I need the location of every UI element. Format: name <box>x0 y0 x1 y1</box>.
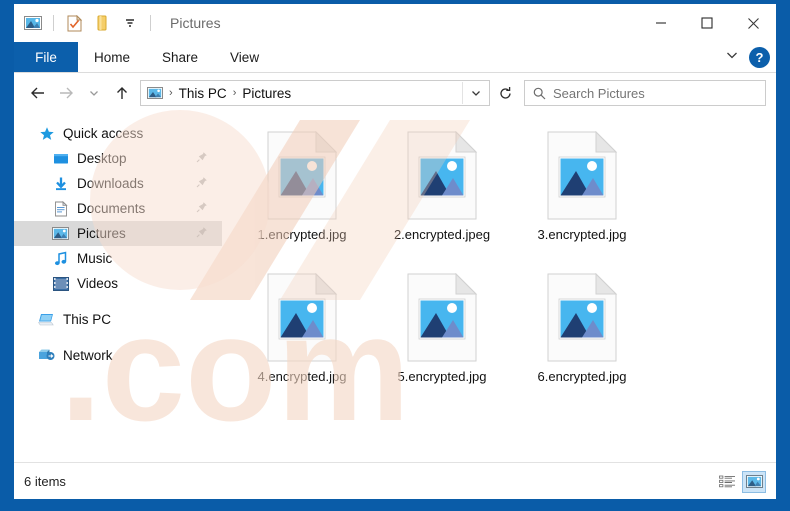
title-bar: Pictures <box>14 4 776 42</box>
file-item[interactable]: 6.encrypted.jpg <box>512 272 652 415</box>
file-item[interactable]: 5.encrypted.jpg <box>372 272 512 415</box>
search-input[interactable] <box>553 85 765 101</box>
chevron-down-icon[interactable] <box>725 48 739 67</box>
up-button[interactable] <box>108 79 136 107</box>
customize-dropdown-icon[interactable] <box>119 12 141 34</box>
file-item[interactable]: 4.encrypted.jpg <box>232 272 372 415</box>
explorer-body: Quick access Desktop Downloads Documents… <box>14 113 776 462</box>
documents-icon <box>52 200 69 217</box>
file-name-label: 3.encrypted.jpg <box>537 227 627 242</box>
sidebar-item-desktop[interactable]: Desktop <box>14 146 222 171</box>
status-bar: 6 items <box>14 462 776 499</box>
search-icon <box>525 87 553 100</box>
tab-file[interactable]: File <box>14 42 78 72</box>
sidebar-item-pictures[interactable]: Pictures <box>14 221 222 246</box>
sidebar-item-quick-access[interactable]: Quick access <box>14 121 222 146</box>
tab-share[interactable]: Share <box>146 42 214 72</box>
file-grid: 1.encrypted.jpg 2.encrypted.jpeg 3.encrypt… <box>232 130 776 415</box>
address-bar: › This PC › Pictures <box>14 73 776 113</box>
sidebar-label-network: Network <box>63 348 113 363</box>
file-name-label: 1.encrypted.jpg <box>257 227 347 242</box>
sidebar-item-documents[interactable]: Documents <box>14 196 222 221</box>
ribbon-right-controls: ? <box>725 42 770 72</box>
view-mode-buttons <box>715 470 766 493</box>
pin-icon[interactable] <box>196 225 208 243</box>
file-name-label: 5.encrypted.jpg <box>397 369 487 384</box>
sidebar-item-downloads[interactable]: Downloads <box>14 171 222 196</box>
network-icon <box>38 347 55 364</box>
ribbon-tab-strip: File Home Share View ? <box>14 42 776 73</box>
sidebar-label-desktop: Desktop <box>77 151 127 166</box>
this-pc-icon <box>38 311 55 328</box>
tab-home[interactable]: Home <box>78 42 146 72</box>
details-view-button[interactable] <box>715 471 739 493</box>
file-item[interactable]: 2.encrypted.jpeg <box>372 130 512 273</box>
image-file-icon <box>406 130 478 221</box>
search-box[interactable] <box>524 80 766 106</box>
sidebar-label-videos: Videos <box>77 276 119 291</box>
sidebar-label-music: Music <box>77 251 113 266</box>
image-file-icon <box>546 272 618 363</box>
sidebar-item-this-pc[interactable]: This PC <box>14 307 222 332</box>
file-name-label: 6.encrypted.jpg <box>537 369 627 384</box>
sidebar-label-this-pc: This PC <box>63 312 112 327</box>
star-icon <box>38 125 55 142</box>
pictures-icon <box>52 225 69 242</box>
breadcrumb-pictures[interactable]: Pictures <box>242 86 291 101</box>
videos-icon <box>52 275 69 292</box>
breadcrumb: › This PC › Pictures <box>141 86 462 101</box>
toolbar-divider-2 <box>150 15 151 31</box>
image-file-icon <box>266 130 338 221</box>
recent-locations-button[interactable] <box>80 79 108 107</box>
pin-icon[interactable] <box>196 200 208 218</box>
back-button[interactable] <box>24 79 52 107</box>
image-file-icon <box>546 130 618 221</box>
sidebar-item-network[interactable]: Network <box>14 343 222 368</box>
file-list-view[interactable]: 1.encrypted.jpg 2.encrypted.jpeg 3.encrypt… <box>222 113 776 462</box>
close-button[interactable] <box>730 4 776 42</box>
large-icons-view-button[interactable] <box>742 470 766 493</box>
image-file-icon <box>406 272 478 363</box>
properties-icon[interactable] <box>63 12 85 34</box>
window-controls <box>638 4 776 42</box>
file-name-label: 4.encrypted.jpg <box>257 369 347 384</box>
help-button[interactable]: ? <box>749 46 770 68</box>
refresh-button[interactable] <box>490 81 520 105</box>
window-title: Pictures <box>170 15 221 31</box>
picture-icon[interactable] <box>22 12 44 34</box>
sidebar-label-quick-access: Quick access <box>63 126 144 141</box>
file-item[interactable]: 3.encrypted.jpg <box>512 130 652 273</box>
sidebar-label-pictures: Pictures <box>77 226 126 241</box>
sidebar-item-music[interactable]: Music <box>14 246 222 271</box>
sidebar-label-documents: Documents <box>77 201 146 216</box>
image-file-icon <box>266 272 338 363</box>
maximize-button[interactable] <box>684 4 730 42</box>
file-explorer-window: Pictures File Home Share View ? › This P… <box>14 4 776 499</box>
file-item[interactable]: 1.encrypted.jpg <box>232 130 372 273</box>
music-icon <box>52 250 69 267</box>
sidebar-item-videos[interactable]: Videos <box>14 271 222 296</box>
quick-access-toolbar: Pictures <box>14 12 221 34</box>
minimize-button[interactable] <box>638 4 684 42</box>
breadcrumb-this-pc[interactable]: This PC <box>179 86 227 101</box>
file-name-label: 2.encrypted.jpeg <box>393 227 491 242</box>
breadcrumb-separator-1: › <box>169 87 173 99</box>
previous-locations-button[interactable] <box>462 82 489 104</box>
pin-icon[interactable] <box>196 150 208 168</box>
address-input[interactable]: › This PC › Pictures <box>140 80 490 106</box>
sidebar-label-downloads: Downloads <box>77 176 144 191</box>
desktop-icon <box>52 150 69 167</box>
item-count-label: 6 items <box>24 474 66 489</box>
toolbar-divider <box>53 15 54 31</box>
downloads-icon <box>52 175 69 192</box>
forward-button[interactable] <box>52 79 80 107</box>
breadcrumb-separator-2: › <box>232 87 237 99</box>
new-folder-icon[interactable] <box>91 12 113 34</box>
navigation-pane: Quick access Desktop Downloads Documents… <box>14 113 222 462</box>
breadcrumb-root-icon[interactable] <box>147 87 163 99</box>
pin-icon[interactable] <box>196 175 208 193</box>
tab-view[interactable]: View <box>214 42 275 72</box>
